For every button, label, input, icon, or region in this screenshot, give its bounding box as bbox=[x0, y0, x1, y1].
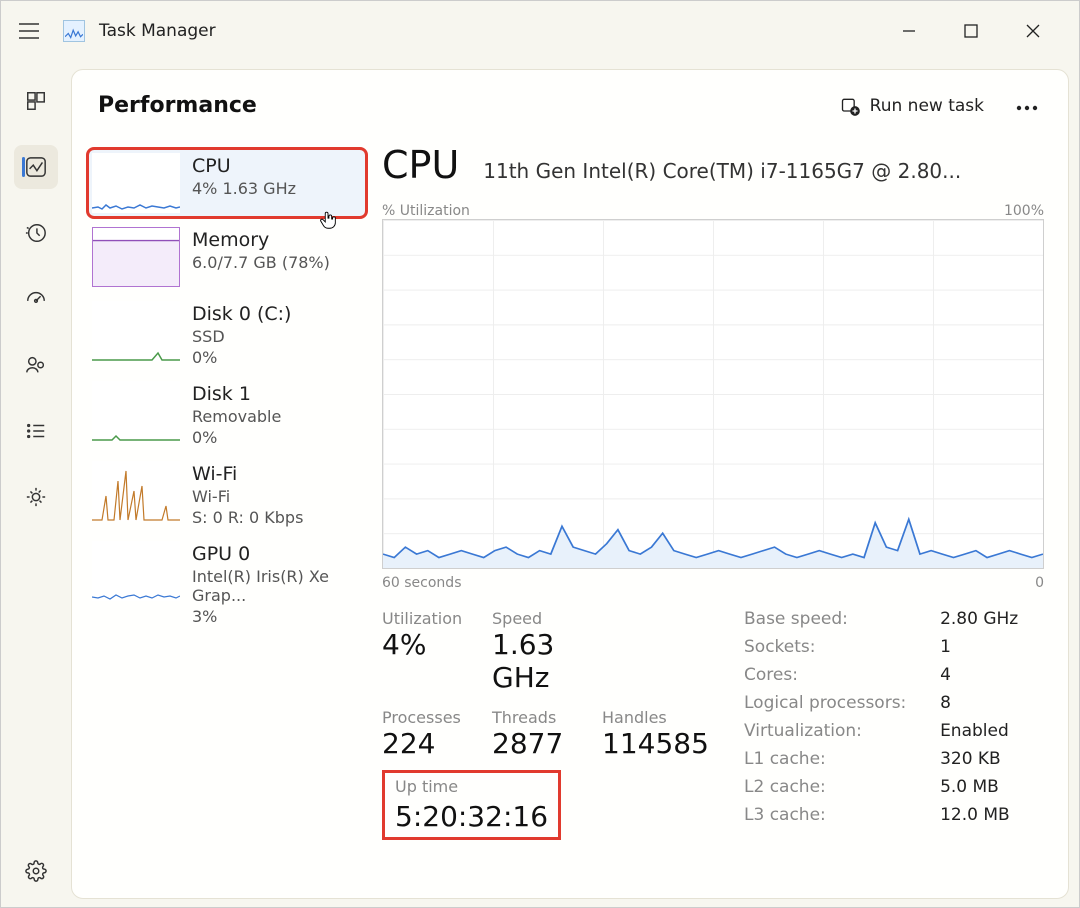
nav-rail bbox=[1, 61, 71, 907]
resource-list: CPU 4% 1.63 GHz Memory 6.0/7.7 GB (78%) bbox=[72, 137, 382, 898]
resource-sub2: 0% bbox=[192, 428, 281, 447]
nav-users[interactable] bbox=[14, 343, 58, 387]
cpu-utilization-graph[interactable] bbox=[382, 219, 1044, 569]
resource-sub: Intel(R) Iris(R) Xe Grap... bbox=[192, 567, 362, 605]
nav-startup-apps[interactable] bbox=[14, 277, 58, 321]
content-header: Performance Run new task bbox=[72, 70, 1068, 137]
resource-sub2: 3% bbox=[192, 607, 362, 626]
graph-label-right: 100% bbox=[1004, 203, 1044, 219]
stat-utilization-label: Utilization bbox=[382, 609, 492, 628]
resource-title: Disk 0 (C:) bbox=[192, 303, 291, 325]
resource-sub: Removable bbox=[192, 407, 281, 426]
resource-sub: SSD bbox=[192, 327, 291, 346]
run-new-task-button[interactable]: Run new task bbox=[840, 96, 984, 116]
stat-speed-label: Speed bbox=[492, 609, 602, 628]
detail-subtitle: 11th Gen Intel(R) Core(TM) i7-1165G7 @ 2… bbox=[483, 159, 1044, 183]
minimize-button[interactable] bbox=[885, 12, 933, 50]
spec-value: 5.0 MB bbox=[940, 777, 1044, 797]
spec-value: 4 bbox=[940, 665, 1044, 685]
nav-services[interactable] bbox=[14, 475, 58, 519]
resource-sub2: 0% bbox=[192, 348, 291, 367]
page-title: Performance bbox=[98, 93, 257, 118]
resource-title: CPU bbox=[192, 155, 296, 177]
nav-details[interactable] bbox=[14, 409, 58, 453]
resource-sub: Wi-Fi bbox=[192, 487, 303, 506]
stat-threads-label: Threads bbox=[492, 708, 602, 727]
uptime-highlight: Up time 5:20:32:16 bbox=[382, 770, 561, 840]
resource-gpu0[interactable]: GPU 0 Intel(R) Iris(R) Xe Grap... 3% bbox=[86, 535, 368, 632]
nav-performance[interactable] bbox=[14, 145, 58, 189]
memory-thumb bbox=[92, 227, 180, 287]
resource-disk0[interactable]: Disk 0 (C:) SSD 0% bbox=[86, 295, 368, 373]
stat-uptime-value: 5:20:32:16 bbox=[395, 800, 548, 833]
stat-handles-value: 114585 bbox=[602, 727, 712, 760]
spec-value: 1 bbox=[940, 637, 1044, 657]
resource-sub: 4% 1.63 GHz bbox=[192, 179, 296, 198]
spec-label: L1 cache: bbox=[744, 749, 932, 769]
nav-app-history[interactable] bbox=[14, 211, 58, 255]
spec-value: 320 KB bbox=[940, 749, 1044, 769]
spec-value: 2.80 GHz bbox=[940, 609, 1044, 629]
app-icon bbox=[63, 20, 85, 42]
window-controls bbox=[885, 12, 1071, 50]
resource-sub2: S: 0 R: 0 Kbps bbox=[192, 508, 303, 527]
stat-threads-value: 2877 bbox=[492, 727, 602, 760]
stat-utilization-value: 4% bbox=[382, 628, 492, 661]
detail-title: CPU bbox=[382, 143, 459, 187]
resource-title: GPU 0 bbox=[192, 543, 362, 565]
more-options-button[interactable] bbox=[1012, 90, 1042, 121]
stat-uptime-label: Up time bbox=[395, 777, 548, 796]
titlebar: Task Manager bbox=[1, 1, 1079, 61]
graph-xaxis-left: 60 seconds bbox=[382, 575, 462, 591]
maximize-button[interactable] bbox=[947, 12, 995, 50]
spec-label: Cores: bbox=[744, 665, 932, 685]
resource-memory[interactable]: Memory 6.0/7.7 GB (78%) bbox=[86, 221, 368, 293]
spec-label: Sockets: bbox=[744, 637, 932, 657]
resource-sub: 6.0/7.7 GB (78%) bbox=[192, 253, 330, 272]
spec-value: Enabled bbox=[940, 721, 1044, 741]
spec-value: 12.0 MB bbox=[940, 805, 1044, 825]
disk0-thumb bbox=[92, 301, 180, 361]
wifi-thumb bbox=[92, 461, 180, 521]
spec-value: 8 bbox=[940, 693, 1044, 713]
close-button[interactable] bbox=[1009, 12, 1057, 50]
resource-wifi[interactable]: Wi-Fi Wi-Fi S: 0 R: 0 Kbps bbox=[86, 455, 368, 533]
graph-xaxis-right: 0 bbox=[1035, 575, 1044, 591]
resource-title: Memory bbox=[192, 229, 330, 251]
spec-label: L3 cache: bbox=[744, 805, 932, 825]
spec-label: Base speed: bbox=[744, 609, 932, 629]
spec-label: L2 cache: bbox=[744, 777, 932, 797]
stat-processes-label: Processes bbox=[382, 708, 492, 727]
detail-pane: CPU 11th Gen Intel(R) Core(TM) i7-1165G7… bbox=[382, 137, 1068, 898]
resource-disk1[interactable]: Disk 1 Removable 0% bbox=[86, 375, 368, 453]
nav-settings[interactable] bbox=[14, 849, 58, 893]
run-new-task-label: Run new task bbox=[870, 96, 984, 116]
stat-handles-label: Handles bbox=[602, 708, 712, 727]
spec-label: Virtualization: bbox=[744, 721, 932, 741]
cpu-thumb bbox=[92, 153, 180, 213]
spec-label: Logical processors: bbox=[744, 693, 932, 713]
stat-speed-value: 1.63 GHz bbox=[492, 628, 602, 694]
app-title: Task Manager bbox=[99, 21, 216, 41]
resource-cpu[interactable]: CPU 4% 1.63 GHz bbox=[86, 147, 368, 219]
cpu-specs: Base speed: 2.80 GHz Sockets: 1 Cores: 4 Logic… bbox=[744, 609, 1044, 840]
run-task-icon bbox=[840, 96, 860, 116]
content-pane: Performance Run new task CPU 4% 1.63 GHz bbox=[71, 69, 1069, 899]
nav-processes[interactable] bbox=[14, 79, 58, 123]
resource-title: Wi-Fi bbox=[192, 463, 303, 485]
graph-label-left: % Utilization bbox=[382, 203, 470, 219]
stat-processes-value: 224 bbox=[382, 727, 492, 760]
resource-title: Disk 1 bbox=[192, 383, 281, 405]
gpu0-thumb bbox=[92, 541, 180, 601]
disk1-thumb bbox=[92, 381, 180, 441]
hamburger-menu-button[interactable] bbox=[9, 11, 49, 51]
